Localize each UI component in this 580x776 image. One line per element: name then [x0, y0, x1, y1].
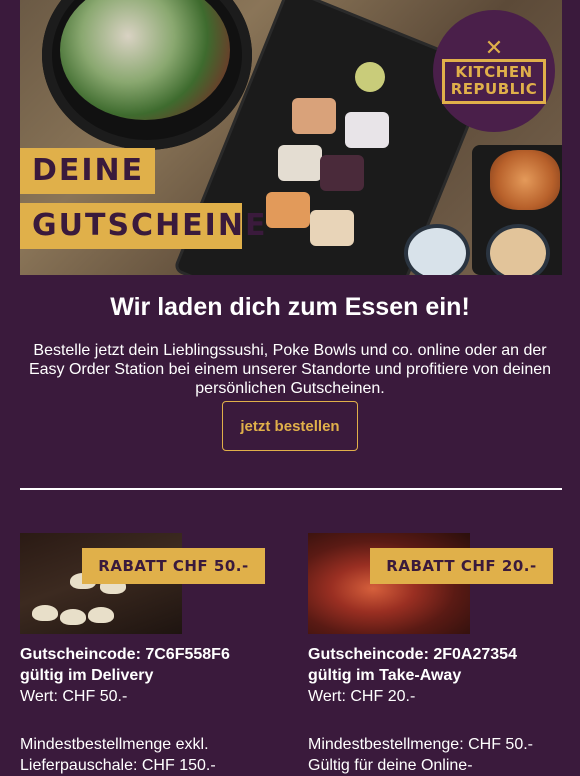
voucher-value: Wert: CHF 20.- — [308, 688, 416, 705]
sushi-piece — [292, 98, 336, 134]
sushi-piece — [266, 192, 310, 228]
voucher-note: Lieferpauschale: CHF 150.- — [20, 757, 216, 774]
sushi-piece — [345, 112, 389, 148]
wasabi-image — [355, 62, 385, 92]
voucher-code: Gutscheincode: 7C6F558F6 — [20, 646, 230, 663]
voucher-note: Gültig für deine Online- — [308, 757, 473, 774]
hero-title-line1: DEINE — [20, 148, 155, 194]
voucher-note: Mindestbestellmenge exkl. — [20, 736, 209, 753]
sauce-cup-image — [490, 228, 546, 275]
headline: Wir laden dich zum Essen ein! — [110, 293, 470, 321]
intro-text: Bestelle jetzt dein Lieblingssushi, Poke… — [28, 342, 552, 397]
voucher-code: Gutscheincode: 2F0A27354 — [308, 646, 517, 663]
voucher-validity: gültig im Delivery — [20, 667, 154, 684]
sushi-piece — [310, 210, 354, 246]
sushi-piece — [320, 155, 364, 191]
logo-line1: KITCHEN — [455, 62, 533, 81]
voucher-value: Wert: CHF 50.- — [20, 688, 128, 705]
voucher-badge: RABATT CHF 20.- — [370, 548, 553, 584]
tempura-image — [490, 150, 560, 210]
voucher-validity: gültig im Take-Away — [308, 667, 462, 684]
logo-line2: REPUBLIC — [450, 79, 538, 98]
divider — [20, 488, 562, 490]
voucher-note: Mindestbestellmenge: CHF 50.- — [308, 736, 533, 753]
order-now-button[interactable]: jetzt bestellen — [222, 401, 358, 451]
dumpling — [88, 607, 114, 623]
dumpling — [32, 605, 58, 621]
hero-title-line2: GUTSCHEINE — [20, 203, 265, 249]
sauce-cup-image — [408, 228, 466, 275]
fork-knife-icon: ✕ — [484, 34, 504, 60]
kitchen-republic-logo[interactable]: ✕ KITCHEN REPUBLIC — [433, 10, 555, 132]
dumpling — [60, 609, 86, 625]
logo-wordmark: KITCHEN REPUBLIC — [441, 58, 547, 104]
voucher-badge: RABATT CHF 50.- — [82, 548, 265, 584]
sushi-piece — [278, 145, 322, 181]
